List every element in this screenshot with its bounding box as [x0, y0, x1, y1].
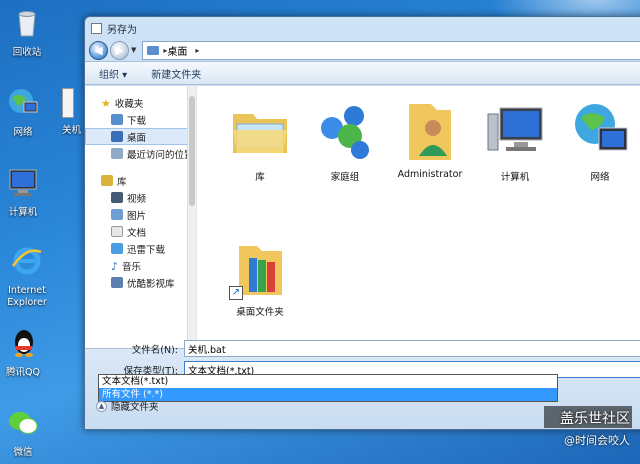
filetype-option-all[interactable]: 所有文件 (*.*)	[99, 388, 557, 401]
forward-arrow-icon: ▶	[115, 43, 124, 57]
file-item-desktop-folder[interactable]: ↗ 桌面文件夹	[219, 238, 301, 318]
desktop-computer[interactable]: 计算机	[0, 166, 52, 219]
breadcrumb-chevron-icon[interactable]: ▸	[195, 46, 199, 55]
computer-icon	[487, 107, 543, 151]
library-folder-icon	[233, 114, 287, 153]
nav-item-downloads[interactable]: 下载	[85, 111, 196, 128]
bat-file-icon	[62, 88, 74, 118]
watermark-brand: 盖乐世社区	[560, 411, 630, 427]
collapse-arrow-icon: ▲	[96, 400, 107, 412]
nav-scrollbar-thumb[interactable]	[189, 96, 195, 206]
library-icon	[101, 175, 113, 186]
music-library-icon: ♪	[111, 260, 119, 273]
nav-item-desktop[interactable]: 桌面	[85, 128, 196, 145]
nav-favorites-header[interactable]: ★ 收藏夹	[85, 94, 196, 111]
favorites-star-icon: ★	[101, 97, 111, 110]
back-button[interactable]: ◀	[89, 40, 108, 60]
file-item-network[interactable]: 网络	[559, 100, 640, 183]
command-toolbar: 组织 ▾ 新建文件夹	[85, 61, 640, 85]
desktop-shutdown-bat-partial[interactable]: 关机	[62, 88, 84, 136]
nav-libraries-header[interactable]: 库	[85, 172, 196, 189]
desktop-qq[interactable]: 腾讯QQ	[0, 326, 52, 379]
desktop-wechat[interactable]: 微信	[0, 406, 52, 459]
nav-item-pictures[interactable]: 图片	[85, 206, 196, 223]
nav-item-music[interactable]: ♪ 音乐	[85, 257, 196, 274]
file-item-homegroup[interactable]: 家庭组	[304, 100, 386, 183]
network-icon	[575, 104, 628, 151]
desktop-internet-explorer[interactable]: Internet Explorer	[0, 244, 60, 309]
file-item-administrator[interactable]: Administrator	[389, 100, 471, 180]
filename-label: 文件名(N):	[131, 344, 178, 356]
desktop-mini-icon	[147, 45, 160, 55]
filetype-dropdown-list: 文本文档(*.txt) 所有文件 (*.*)	[98, 374, 558, 402]
desktop-recycle-bin[interactable]: 回收站	[0, 6, 56, 59]
browser-content: ★ 收藏夹 下载 桌面 最近访问的位置 库 视频 图片 文档 迅雷下载 ♪ 音乐…	[85, 86, 640, 348]
document-library-icon	[111, 226, 123, 237]
network-globe-icon	[9, 89, 38, 113]
organize-button[interactable]: 组织 ▾	[99, 66, 127, 81]
address-box[interactable]: ▸ 桌面 ▸	[142, 40, 640, 60]
user-folder-icon	[409, 104, 451, 160]
desktop-network[interactable]: 网络	[0, 86, 52, 139]
history-dropdown-icon[interactable]: ▼	[131, 46, 136, 54]
hide-folders-toggle[interactable]: ▲ 隐藏文件夹	[96, 399, 159, 413]
breadcrumb-desktop[interactable]: 桌面	[167, 43, 187, 58]
picture-library-icon	[111, 209, 123, 220]
back-arrow-icon: ◀	[94, 43, 103, 57]
file-item-computer[interactable]: 计算机	[474, 100, 556, 183]
homegroup-icon	[321, 106, 369, 159]
desktop-folder-icon	[111, 131, 123, 142]
forward-button[interactable]: ▶	[110, 40, 129, 60]
nav-item-videos[interactable]: 视频	[85, 189, 196, 206]
computer-icon	[9, 169, 37, 196]
nav-item-youku[interactable]: 优酷影视库	[85, 274, 196, 291]
navigation-pane: ★ 收藏夹 下载 桌面 最近访问的位置 库 视频 图片 文档 迅雷下载 ♪ 音乐…	[85, 86, 197, 348]
filename-input[interactable]: 关机.bat	[184, 340, 640, 357]
filename-row: 文件名(N): 关机.bat	[89, 340, 640, 357]
recent-places-icon	[111, 148, 123, 159]
address-bar: ◀ ▶ ▼ ▸ 桌面 ▸	[85, 39, 640, 61]
video-library-icon	[111, 192, 123, 203]
qq-penguin-icon	[15, 330, 33, 357]
file-item-library[interactable]: 库	[219, 100, 301, 183]
dialog-title: 另存为	[107, 24, 137, 36]
filetype-option-txt[interactable]: 文本文档(*.txt)	[99, 375, 557, 388]
youku-library-icon	[111, 277, 123, 288]
file-list: 库 家庭组 Administrator 计算机 网络 ↗ 桌面文件夹	[197, 86, 640, 348]
wechat-icon	[9, 412, 38, 434]
title-bar[interactable]: 另存为	[85, 17, 640, 39]
nav-item-recent[interactable]: 最近访问的位置	[85, 145, 196, 162]
download-folder-icon	[111, 114, 123, 125]
thunder-download-icon	[111, 243, 123, 254]
shortcut-arrow-icon: ↗	[229, 286, 243, 300]
new-folder-button[interactable]: 新建文件夹	[151, 66, 201, 81]
folder-shortcut-icon: ↗	[229, 238, 291, 300]
nav-scrollbar[interactable]	[187, 86, 196, 348]
dialog-app-icon	[91, 22, 102, 34]
recycle-bin-icon	[18, 11, 36, 37]
nav-item-thunder[interactable]: 迅雷下载	[85, 240, 196, 257]
internet-explorer-icon	[11, 247, 42, 275]
nav-item-documents[interactable]: 文档	[85, 223, 196, 240]
